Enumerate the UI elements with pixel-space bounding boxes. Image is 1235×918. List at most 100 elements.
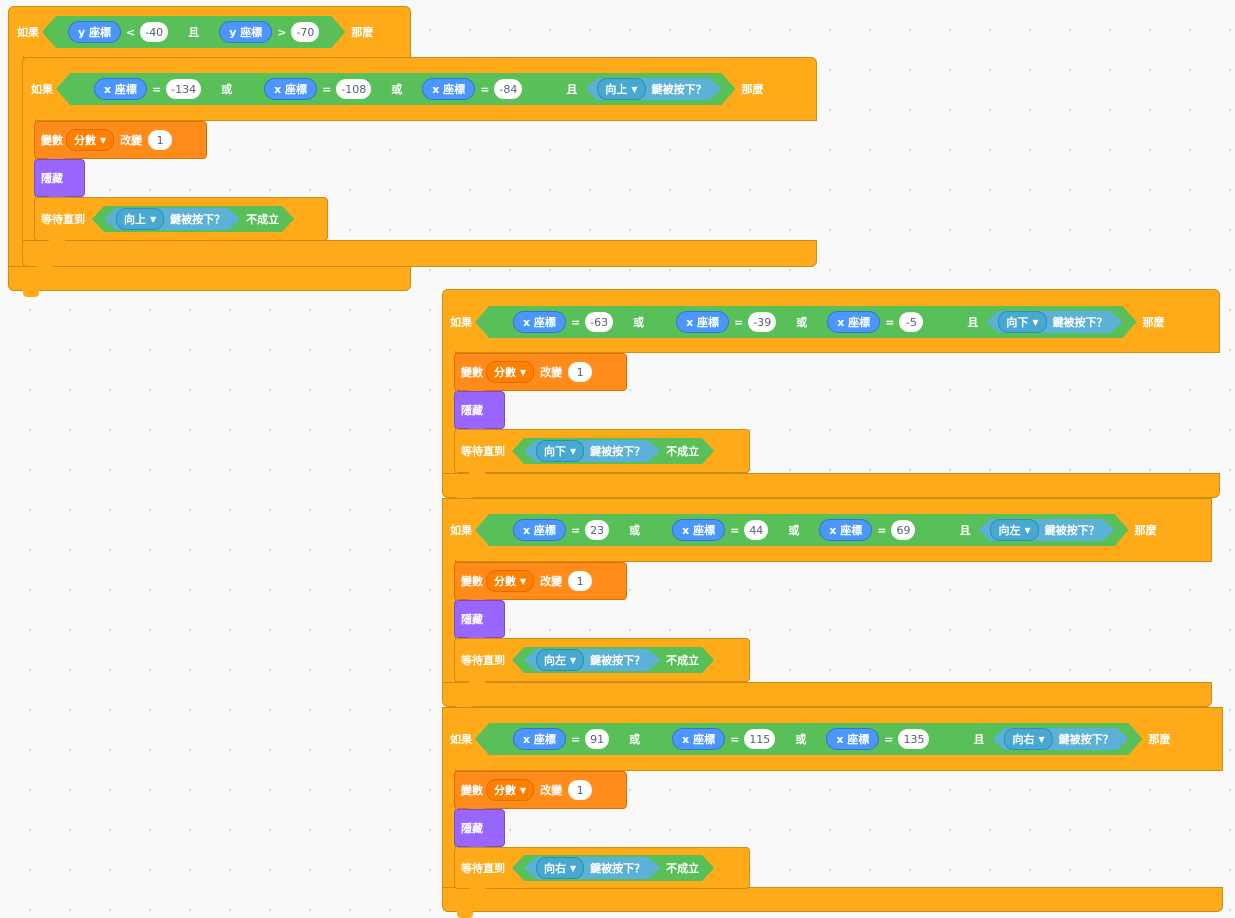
number-input[interactable]: 23: [585, 520, 609, 540]
and-operator[interactable]: x 座標 = -134 或 x 座標 = -108 或 x 座標 = -84 且…: [56, 73, 736, 105]
if-condition-row: 如果 x 座標 = 23 或 x 座標 = 44 或 x 座標 = 69 且 向…: [447, 517, 1160, 543]
key-pressed-block[interactable]: 向上 ▼ 鍵被按下？: [104, 208, 240, 230]
if-block-bottom[interactable]: [22, 240, 817, 273]
or-operator[interactable]: x 座標 = 91 或 x 座標 = 115 或 x 座標 = 135: [489, 726, 965, 752]
and-operator[interactable]: x 座標 = -63 或 x 座標 = -39 或 x 座標 = -5 且 向下…: [475, 306, 1137, 338]
and-operator[interactable]: y 座標 < -40 且 y 座標 > -70: [42, 16, 345, 48]
outer-if-row: 如果 y 座標 < -40 且 y 座標 > -70 那麼: [14, 19, 376, 45]
eq-operator[interactable]: x 座標 = -84: [410, 76, 534, 102]
key-dropdown[interactable]: 向下 ▼: [998, 311, 1046, 333]
key-pressed-block[interactable]: 向下 ▼ 鍵被按下？: [986, 311, 1122, 333]
y-position-reporter[interactable]: y 座標: [219, 21, 272, 43]
x-position-reporter[interactable]: x 座標: [513, 728, 566, 750]
eq-operator[interactable]: x 座標 = -5: [815, 309, 935, 335]
eq-operator[interactable]: x 座標 = 91: [501, 726, 621, 752]
x-position-reporter[interactable]: x 座標: [672, 519, 725, 541]
variable-label: 變數: [461, 575, 483, 588]
x-position-reporter[interactable]: x 座標: [513, 519, 566, 541]
x-position-reporter[interactable]: x 座標: [94, 78, 147, 100]
number-input[interactable]: 1: [568, 362, 593, 382]
x-position-reporter[interactable]: x 座標: [264, 78, 317, 100]
variable-dropdown[interactable]: 分數 ▼: [66, 129, 115, 151]
key-pressed-block[interactable]: 向右 ▼ 鍵被按下？: [992, 728, 1128, 750]
number-input[interactable]: 1: [568, 780, 593, 800]
number-input[interactable]: -5: [899, 312, 923, 332]
or-operator[interactable]: x 座標 = -39 或 x 座標 = -5: [652, 309, 947, 335]
x-position-reporter[interactable]: x 座標: [676, 311, 729, 333]
outer-if-block-bottom[interactable]: [8, 266, 411, 297]
or-operator[interactable]: x 座標 = -63 或 x 座標 = -39 或 x 座標 = -5: [489, 309, 959, 335]
not-operator[interactable]: 向下 ▼ 鍵被按下？ 不成立: [512, 438, 714, 464]
key-dropdown[interactable]: 向左 ▼: [536, 649, 584, 671]
and-label: 且: [566, 83, 578, 96]
key-dropdown[interactable]: 向上 ▼: [597, 78, 645, 100]
x-position-reporter[interactable]: x 座標: [827, 311, 880, 333]
number-input[interactable]: 1: [568, 571, 593, 591]
number-input[interactable]: 44: [744, 520, 768, 540]
or-operator[interactable]: x 座標 = -108 或 x 座標 = -84: [240, 76, 546, 102]
variable-dropdown[interactable]: 分數 ▼: [486, 361, 535, 383]
or-operator[interactable]: x 座標 = 115 或 x 座標 = 135: [648, 726, 953, 752]
number-input[interactable]: -40: [140, 22, 168, 42]
x-position-reporter[interactable]: x 座標: [819, 519, 872, 541]
caret-down-icon: ▼: [1024, 525, 1031, 535]
eq-operator[interactable]: x 座標 = 44: [660, 517, 780, 543]
if-block-bottom[interactable]: [442, 887, 1223, 918]
change-variable-row: 變數 分數 ▼ 改變 1: [458, 359, 593, 385]
eq-operator[interactable]: x 座標 = -134: [82, 76, 213, 102]
key-dropdown[interactable]: 向左 ▼: [990, 519, 1038, 541]
number-input[interactable]: -63: [585, 312, 613, 332]
or-operator[interactable]: x 座標 = 44 或 x 座標 = 69: [648, 517, 939, 543]
number-input[interactable]: -134: [166, 79, 201, 99]
eq-symbol: =: [570, 523, 581, 537]
if-block-bottom[interactable]: [442, 473, 1220, 504]
x-position-reporter[interactable]: x 座標: [513, 311, 566, 333]
not-operator[interactable]: 向右 ▼ 鍵被按下？ 不成立: [512, 855, 714, 881]
eq-operator[interactable]: x 座標 = 69: [807, 517, 927, 543]
number-input[interactable]: 115: [744, 729, 775, 749]
number-input[interactable]: -84: [494, 79, 522, 99]
key-dropdown[interactable]: 向右 ▼: [1004, 728, 1052, 750]
eq-operator[interactable]: x 座標 = -63: [501, 309, 625, 335]
number-input[interactable]: 135: [898, 729, 929, 749]
and-operator[interactable]: x 座標 = 23 或 x 座標 = 44 或 x 座標 = 69 且 向左 ▼…: [475, 514, 1129, 546]
and-operator[interactable]: x 座標 = 91 或 x 座標 = 115 或 x 座標 = 135 且 向右…: [475, 723, 1143, 755]
eq-operator[interactable]: x 座標 = 115: [660, 726, 787, 752]
eq-operator[interactable]: x 座標 = 135: [814, 726, 941, 752]
number-input[interactable]: -108: [336, 79, 371, 99]
or-operator[interactable]: x 座標 = -134 或 x 座標 = -108 或 x 座標 = -84: [70, 76, 558, 102]
y-position-reporter[interactable]: y 座標: [68, 21, 121, 43]
number-input[interactable]: -39: [748, 312, 776, 332]
key-dropdown[interactable]: 向上 ▼: [116, 208, 164, 230]
or-operator[interactable]: x 座標 = 23 或 x 座標 = 44 或 x 座標 = 69: [489, 517, 951, 543]
hide-label: 隱藏: [461, 404, 483, 417]
number-input[interactable]: 91: [585, 729, 609, 749]
eq-operator[interactable]: x 座標 = -39: [664, 309, 788, 335]
lt-operator[interactable]: y 座標 < -40: [56, 19, 180, 45]
eq-symbol: =: [884, 732, 894, 746]
key-pressed-block[interactable]: 向右 ▼ 鍵被按下？: [524, 857, 660, 879]
not-operator[interactable]: 向上 ▼ 鍵被按下？ 不成立: [92, 206, 294, 232]
eq-operator[interactable]: x 座標 = 23: [501, 517, 621, 543]
key-pressed-block[interactable]: 向左 ▼ 鍵被按下？: [524, 649, 660, 671]
key-dropdown[interactable]: 向下 ▼: [536, 440, 584, 462]
gt-operator[interactable]: y 座標 > -70: [207, 19, 331, 45]
not-label: 不成立: [246, 213, 280, 226]
x-position-reporter[interactable]: x 座標: [672, 728, 725, 750]
eq-operator[interactable]: x 座標 = -108: [252, 76, 383, 102]
number-input[interactable]: 69: [891, 520, 915, 540]
number-input[interactable]: 1: [148, 130, 173, 150]
x-position-reporter[interactable]: x 座標: [422, 78, 475, 100]
key-pressed-block[interactable]: 向上 ▼ 鍵被按下？: [585, 78, 721, 100]
number-input[interactable]: -70: [291, 22, 319, 42]
change-by-label: 改變: [540, 784, 563, 797]
code-canvas[interactable]: 如果 y 座標 < -40 且 y 座標 > -70 那麼 如果 x 座標 =: [0, 0, 1235, 918]
x-position-reporter[interactable]: x 座標: [826, 728, 879, 750]
key-pressed-block[interactable]: 向下 ▼ 鍵被按下？: [524, 440, 660, 462]
variable-dropdown[interactable]: 分數 ▼: [486, 779, 535, 801]
variable-dropdown[interactable]: 分數 ▼: [486, 570, 535, 592]
if-block-bottom[interactable]: [442, 682, 1212, 713]
key-pressed-block[interactable]: 向左 ▼ 鍵被按下？: [978, 519, 1114, 541]
not-operator[interactable]: 向左 ▼ 鍵被按下？ 不成立: [512, 647, 714, 673]
key-dropdown[interactable]: 向右 ▼: [536, 857, 584, 879]
